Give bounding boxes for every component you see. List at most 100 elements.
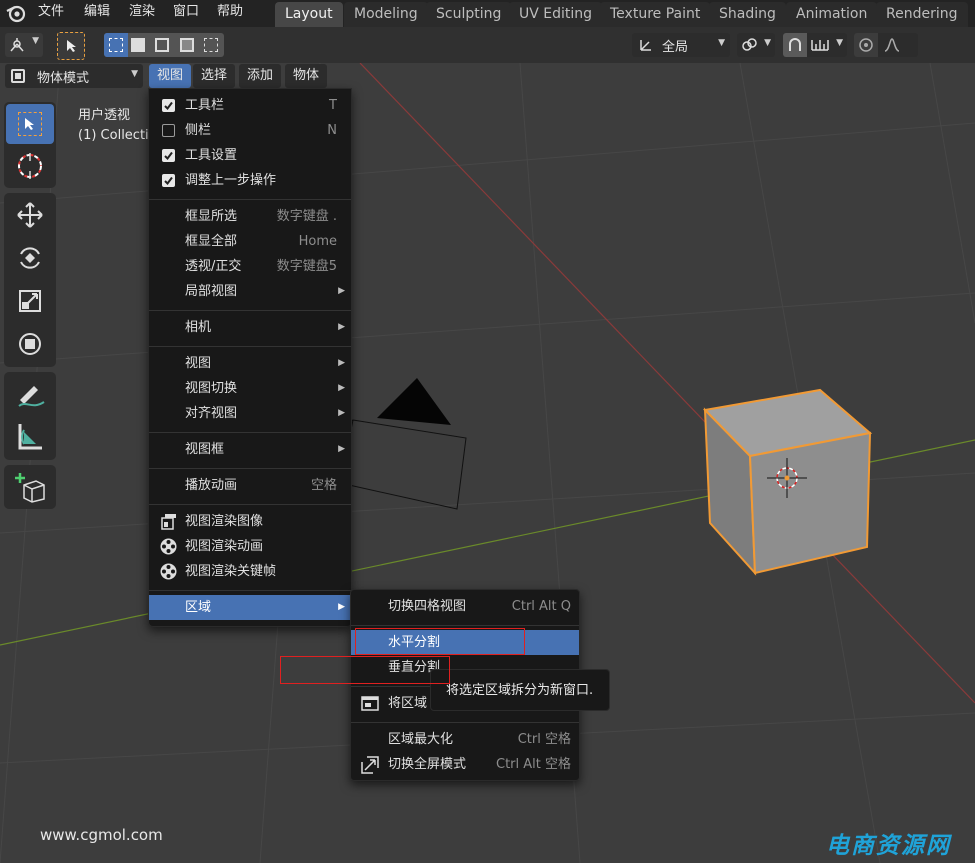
watermark-cgmol: www.cgmol.com (40, 826, 163, 844)
snap-toggle[interactable] (783, 33, 807, 57)
menu-item-label: 透视/正交 (185, 259, 242, 274)
menu-item-local-view[interactable]: 局部视图 ▶ (149, 279, 351, 304)
submenu-arrow-icon: ▶ (338, 322, 345, 332)
pivot-link-icon (742, 38, 757, 51)
move-tool[interactable] (6, 195, 54, 235)
transform-orientation-dropdown[interactable]: 全局 ▼ (632, 33, 730, 57)
menu-item-label: 切换全屏模式 (388, 757, 467, 772)
add-cube-tool[interactable] (6, 467, 54, 507)
add-menu-button[interactable]: 添加 (239, 64, 281, 88)
menu-item-viewport-render-keyframes[interactable]: 视图渲染关键帧 (149, 559, 351, 584)
menu-item-label: 对齐视图 (185, 406, 238, 421)
select-extend-icon[interactable] (131, 38, 145, 52)
scale-tool[interactable] (6, 281, 54, 321)
proportional-edit-toggle[interactable] (854, 33, 878, 57)
menu-item-align-view[interactable]: 对齐视图 ▶ (149, 401, 351, 426)
menu-item-label: 视图切换 (185, 381, 238, 396)
snap-group: ▼ (783, 33, 847, 57)
menu-item-shortcut: Ctrl Alt 空格 (496, 757, 571, 772)
tab-modeling[interactable]: Modeling (344, 2, 428, 27)
menu-item-label: 工具设置 (185, 148, 238, 163)
menu-item-viewport-render-animation[interactable]: 视图渲染动画 (149, 534, 351, 559)
add-cube-icon (15, 473, 45, 503)
menu-item-label: 相机 (185, 320, 212, 335)
blender-logo-icon[interactable] (5, 2, 27, 24)
menu-item-play-animation[interactable]: 播放动画 空格 (149, 473, 351, 498)
tab-rendering[interactable]: Rendering (876, 2, 968, 27)
menu-item-adjust-last-operation[interactable]: 调整上一步操作 (149, 168, 351, 193)
editor-type-button[interactable]: ▼ (5, 33, 43, 57)
select-tweak-button[interactable] (57, 32, 85, 60)
tab-uv-editing[interactable]: UV Editing (509, 2, 603, 27)
menu-item-sidebar[interactable]: 侧栏 N (149, 118, 351, 143)
checkbox-unchecked-icon[interactable] (162, 124, 175, 137)
menu-item-toggle-maximize-area[interactable]: 区域最大化 Ctrl 空格 (351, 727, 579, 752)
menu-item-toggle-fullscreen[interactable]: 切换全屏模式 Ctrl Alt 空格 (351, 752, 579, 777)
menu-item-toolbar[interactable]: 工具栏 T (149, 93, 351, 118)
menu-render[interactable]: 渲染 (129, 0, 155, 27)
menu-separator (149, 468, 351, 469)
menu-item-label: 区域最大化 (388, 732, 454, 747)
menu-help[interactable]: 帮助 (217, 0, 243, 27)
menu-separator (351, 625, 579, 626)
checkbox-checked-icon[interactable] (162, 149, 175, 162)
menu-item-shortcut: 数字键盘5 (276, 259, 337, 274)
cursor-tool[interactable] (6, 146, 54, 186)
menu-item-tool-settings[interactable]: 工具设置 (149, 143, 351, 168)
toolbar-select-group (4, 102, 56, 188)
view-menu-button[interactable]: 视图 (149, 64, 191, 88)
menu-item-label: 工具栏 (185, 98, 225, 113)
menu-item-camera[interactable]: 相机 ▶ (149, 315, 351, 340)
snap-increment-icon[interactable] (811, 38, 829, 52)
tab-shading[interactable]: Shading (709, 2, 786, 27)
transform-tool[interactable] (6, 324, 54, 364)
menu-item-label: 视图渲染动画 (185, 539, 264, 554)
menu-item-shortcut: 数字键盘 . (276, 209, 337, 224)
render-animation-icon (160, 538, 177, 555)
menu-item-toggle-quad-view[interactable]: 切换四格视图 Ctrl Alt Q (351, 594, 579, 619)
viewport-editor-icon (10, 38, 24, 52)
tab-animation[interactable]: Animation (786, 2, 878, 27)
menu-item-perspective-ortho[interactable]: 透视/正交 数字键盘5 (149, 254, 351, 279)
rotate-tool[interactable] (6, 238, 54, 278)
menu-item-label: 侧栏 (185, 123, 212, 138)
submenu-arrow-icon: ▶ (338, 358, 345, 368)
menu-item-frame-all[interactable]: 框显全部 Home (149, 229, 351, 254)
menu-item-frame-selected[interactable]: 框显所选 数字键盘 . (149, 204, 351, 229)
measure-tool[interactable] (6, 417, 54, 457)
select-subtract-icon[interactable] (155, 38, 169, 52)
select-intersect-icon[interactable] (204, 38, 218, 52)
menu-file[interactable]: 文件 (38, 0, 64, 27)
menu-window[interactable]: 窗口 (173, 0, 199, 27)
menu-item-view[interactable]: 视图 ▶ (149, 351, 351, 376)
menu-separator (149, 310, 351, 311)
tab-layout[interactable]: Layout (275, 2, 343, 27)
menu-item-viewport-render-image[interactable]: 视图渲染图像 (149, 509, 351, 534)
menu-item-label: 框显全部 (185, 234, 238, 249)
menu-edit[interactable]: 编辑 (84, 0, 110, 27)
toolbar-annotate-group (4, 372, 56, 460)
menu-item-view-regions[interactable]: 视图框 ▶ (149, 437, 351, 462)
select-box-tool[interactable] (6, 104, 54, 144)
select-menu-button[interactable]: 选择 (193, 64, 235, 88)
tooltip: 将选定区域拆分为新窗口. (430, 669, 610, 711)
falloff-curve-icon[interactable] (884, 37, 900, 53)
checkbox-checked-icon[interactable] (162, 99, 175, 112)
annotate-tool[interactable] (6, 374, 54, 414)
menu-item-area[interactable]: 区域 ▶ (149, 595, 351, 620)
chevron-down-icon: ▼ (32, 36, 39, 46)
selected-cube (702, 388, 873, 576)
mode-dropdown[interactable]: 物体模式 ▼ (5, 64, 143, 88)
select-new-button[interactable] (104, 33, 128, 57)
submenu-arrow-icon: ▶ (338, 444, 345, 454)
tab-texture-paint[interactable]: Texture Paint (600, 2, 711, 27)
menu-item-label: 局部视图 (185, 284, 238, 299)
tab-sculpting[interactable]: Sculpting (426, 2, 512, 27)
object-menu-button[interactable]: 物体 (285, 64, 327, 88)
object-mode-icon (11, 69, 25, 83)
menu-item-navigation[interactable]: 视图切换 ▶ (149, 376, 351, 401)
select-invert-icon[interactable] (180, 38, 194, 52)
checkbox-checked-icon[interactable] (162, 174, 175, 187)
menu-separator (149, 590, 351, 591)
pivot-point-dropdown[interactable]: ▼ (737, 33, 775, 57)
